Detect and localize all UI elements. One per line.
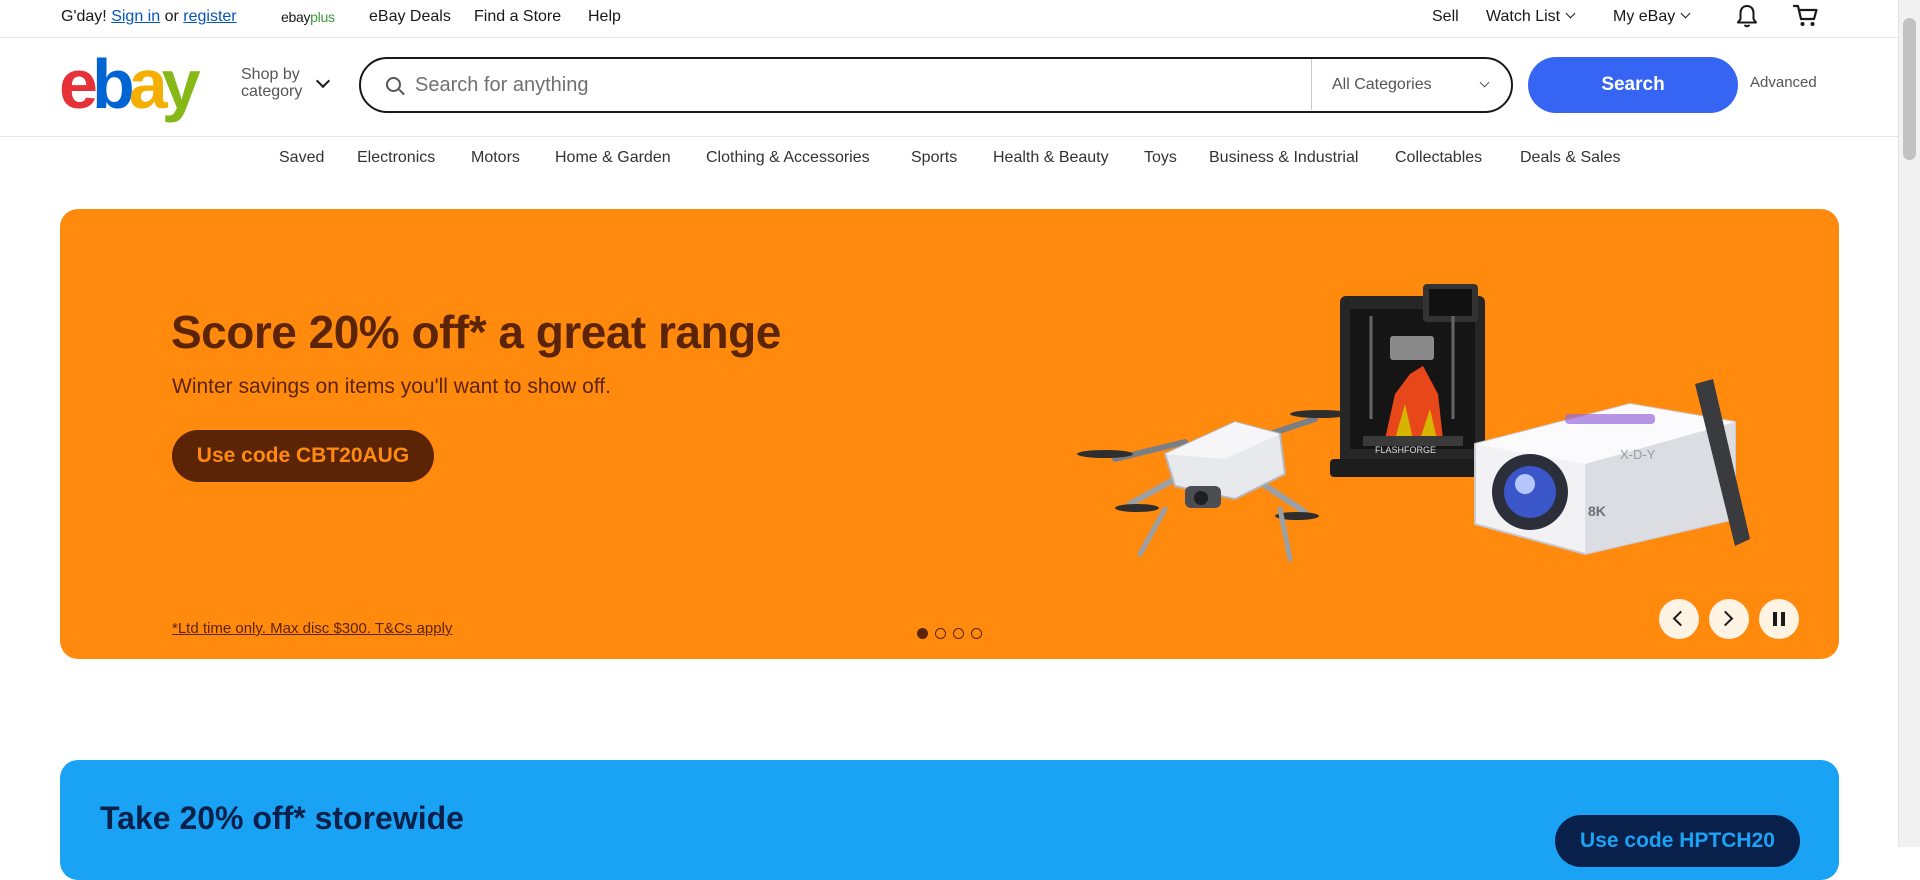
or-text: or — [164, 8, 179, 25]
search-button[interactable]: Search — [1528, 57, 1738, 113]
promo-code-button[interactable]: Use code HPTCH20 — [1555, 815, 1800, 867]
shop-by-label: Shop by — [241, 66, 300, 83]
projector-brand-label: X-D-Y — [1620, 447, 1656, 462]
ebay-deals-link[interactable]: eBay Deals — [369, 0, 451, 34]
page-scrollbar[interactable] — [1898, 0, 1920, 847]
greeting-text: G'day! — [61, 8, 107, 25]
nav-item-health-beauty[interactable]: Health & Beauty — [993, 148, 1109, 168]
greeting-group: G'day! Sign in or register — [61, 0, 237, 34]
nav-item-electronics[interactable]: Electronics — [357, 148, 435, 168]
hero-title: Score 20% off* a great range — [171, 306, 781, 358]
chevron-down-icon — [1565, 8, 1576, 19]
ebay-logo[interactable]: ebay — [59, 49, 201, 119]
use-code-button[interactable]: Use code CBT20AUG — [172, 430, 434, 482]
watch-list-menu[interactable]: Watch List — [1486, 0, 1576, 34]
notifications-bell-icon[interactable] — [1735, 3, 1759, 37]
nav-item-collectables[interactable]: Collectables — [1395, 148, 1482, 168]
shop-by-category-button[interactable]: Shop by category — [241, 66, 302, 100]
search-icon — [386, 77, 401, 92]
carousel-dot-1[interactable] — [917, 628, 928, 639]
carousel-dot-2[interactable] — [935, 628, 946, 639]
chevron-right-icon — [1717, 610, 1734, 627]
ebay-plus-link[interactable]: ebayplus — [281, 0, 335, 34]
sell-link[interactable]: Sell — [1432, 0, 1459, 34]
nav-item-saved[interactable]: Saved — [279, 148, 324, 168]
printer-brand-label: FLASHFORGE — [1375, 445, 1436, 455]
drone-image — [1077, 410, 1350, 562]
category-select[interactable]: All Categories — [1332, 59, 1432, 110]
logo-letter: e — [59, 45, 98, 123]
hero-products-image: FLASHFORGE 8K X-D-Y — [1077, 284, 1750, 562]
carousel-dot-4[interactable] — [971, 628, 982, 639]
ebay-plus-suffix: plus — [310, 9, 335, 25]
promo-banner-storewide[interactable]: Take 20% off* storewide Use code HPTCH20 — [60, 760, 1839, 880]
hero-subtitle: Winter savings on items you'll want to s… — [172, 375, 611, 398]
register-link[interactable]: register — [183, 8, 236, 25]
nav-item-sports[interactable]: Sports — [911, 148, 957, 168]
pause-icon — [1773, 612, 1785, 626]
help-link[interactable]: Help — [588, 0, 621, 34]
carousel-dot-3[interactable] — [953, 628, 964, 639]
nav-item-toys[interactable]: Toys — [1144, 148, 1177, 168]
ebay-plus-text: ebay — [281, 9, 311, 25]
nav-item-home-garden[interactable]: Home & Garden — [555, 148, 671, 168]
carousel-pause-button[interactable] — [1759, 599, 1799, 639]
advanced-search-link[interactable]: Advanced — [1750, 74, 1817, 91]
scrollbar-thumb[interactable] — [1903, 18, 1916, 160]
sign-in-link[interactable]: Sign in — [111, 8, 160, 25]
nav-item-deals-sales[interactable]: Deals & Sales — [1520, 148, 1621, 168]
nav-item-clothing-accessories[interactable]: Clothing & Accessories — [706, 148, 870, 168]
search-divider — [1311, 59, 1312, 110]
promo-banner-title: Take 20% off* storewide — [100, 800, 464, 836]
header-divider — [0, 136, 1898, 137]
search-bar: All Categories — [359, 57, 1513, 113]
3d-printer-image: FLASHFORGE — [1330, 284, 1495, 477]
hero-banner[interactable]: Score 20% off* a great range Winter savi… — [60, 209, 1839, 659]
category-label: category — [241, 83, 303, 100]
nav-item-business-industrial[interactable]: Business & Industrial — [1209, 148, 1358, 168]
my-ebay-menu[interactable]: My eBay — [1613, 0, 1691, 34]
carousel-next-button[interactable] — [1709, 599, 1749, 639]
shopping-cart-icon[interactable] — [1792, 4, 1819, 38]
logo-letter: b — [91, 45, 135, 123]
my-ebay-label: My eBay — [1613, 8, 1676, 25]
chevron-down-icon[interactable] — [315, 73, 331, 89]
search-input[interactable] — [413, 63, 1173, 107]
terms-link[interactable]: *Ltd time only. Max disc $300. T&Cs appl… — [172, 620, 452, 637]
chevron-down-icon[interactable] — [1479, 77, 1490, 88]
projector-image: 8K X-D-Y — [1474, 379, 1750, 556]
logo-letter: a — [128, 45, 168, 123]
projector-8k-label: 8K — [1588, 503, 1606, 519]
logo-letter: y — [161, 45, 201, 123]
nav-item-motors[interactable]: Motors — [471, 148, 520, 168]
watch-list-label: Watch List — [1486, 8, 1561, 25]
chevron-left-icon — [1672, 610, 1689, 627]
top-utility-bar: G'day! Sign in or register ebayplus eBay… — [0, 0, 1898, 38]
chevron-down-icon — [1680, 8, 1691, 19]
carousel-prev-button[interactable] — [1659, 599, 1699, 639]
find-a-store-link[interactable]: Find a Store — [474, 0, 561, 34]
